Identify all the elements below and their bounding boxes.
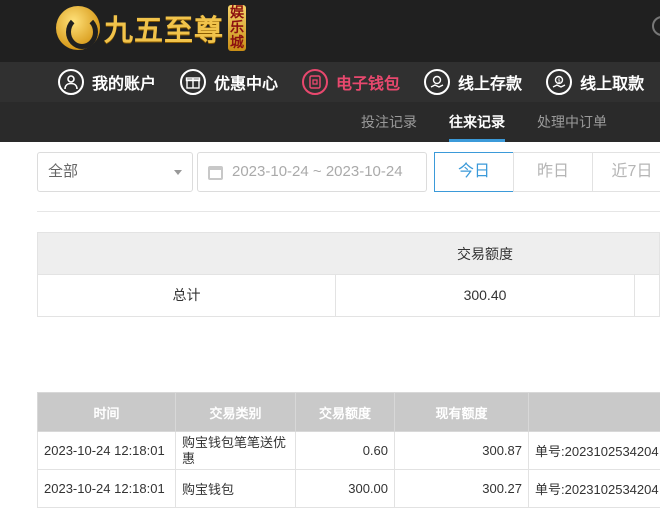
cell-time: 2023-10-24 12:18:01 xyxy=(37,469,176,508)
nav-item-label: 线上取款 xyxy=(580,76,645,93)
table-header-row: 时间 交易类别 交易额度 现有额度 摘 xyxy=(37,392,660,432)
tab-transaction-records[interactable]: 往来记录 xyxy=(449,102,505,142)
transaction-table: 时间 交易类别 交易额度 现有额度 摘 2023-10-24 12:18:01 … xyxy=(37,392,660,508)
nav-item-e-wallet[interactable]: 电子钱包 xyxy=(302,62,400,102)
gift-icon xyxy=(180,69,207,95)
tab-pending-orders[interactable]: 处理中订单 xyxy=(537,102,607,142)
cell-memo: 单号:2023102534204 xyxy=(528,431,660,470)
nav-item-my-account[interactable]: 我的账户 xyxy=(58,62,156,102)
calendar-icon xyxy=(208,166,223,180)
summary-column-header: 交易额度 xyxy=(457,246,513,262)
cell-amount: 0.60 xyxy=(295,431,395,470)
header-circle-icon[interactable] xyxy=(652,16,660,36)
deposit-icon xyxy=(424,69,451,95)
quick-last7days-button[interactable]: 近7日 xyxy=(592,152,660,192)
table-row: 2023-10-24 12:18:01 购宝钱包 300.00 300.27 单… xyxy=(37,469,660,508)
main-nav: 我的账户 优惠中心 电子钱包 线上存款 $ 线上取款 xyxy=(0,62,660,102)
column-header-memo[interactable]: 摘 xyxy=(528,392,660,432)
user-icon xyxy=(58,69,84,95)
column-header-time[interactable]: 时间 xyxy=(37,392,176,432)
summary-row-label: 总计 xyxy=(172,287,201,303)
site-logo[interactable]: 九五至尊 娱乐城 xyxy=(56,2,247,54)
tab-bet-records[interactable]: 投注记录 xyxy=(361,102,417,142)
cell-memo: 单号:2023102534204 xyxy=(528,469,660,508)
column-header-amount[interactable]: 交易额度 xyxy=(295,392,395,432)
select-value: 全部 xyxy=(48,163,79,180)
cell-time: 2023-10-24 12:18:01 xyxy=(37,431,176,470)
cell-balance: 300.87 xyxy=(394,431,529,470)
cell-amount: 300.00 xyxy=(295,469,395,508)
column-header-type[interactable]: 交易类别 xyxy=(175,392,296,432)
nav-item-label: 电子钱包 xyxy=(336,76,401,93)
divider xyxy=(37,211,660,212)
nav-item-promotions[interactable]: 优惠中心 xyxy=(180,62,278,102)
withdraw-icon: $ xyxy=(546,69,573,95)
nav-item-label: 优惠中心 xyxy=(214,76,279,93)
cell-balance: 300.27 xyxy=(394,469,529,508)
date-range-input[interactable]: 2023-10-24 ~ 2023-10-24 xyxy=(197,152,427,192)
summary-row-value: 300.40 xyxy=(463,287,507,303)
logo-badge: 娱乐城 xyxy=(228,5,247,51)
quick-yesterday-button[interactable]: 昨日 xyxy=(513,152,593,192)
column-header-balance[interactable]: 现有额度 xyxy=(394,392,529,432)
quick-today-button[interactable]: 今日 xyxy=(434,152,514,192)
chevron-down-icon xyxy=(174,170,182,175)
nav-item-online-deposit[interactable]: 线上存款 xyxy=(424,62,522,102)
site-header: 九五至尊 娱乐城 xyxy=(0,0,660,62)
cell-separator xyxy=(634,275,635,316)
summary-row: 总计 300.40 xyxy=(37,274,660,317)
svg-text:$: $ xyxy=(558,78,561,84)
cell-type: 购宝钱包笔笔送优惠 xyxy=(175,431,296,470)
sub-nav: 投注记录 往来记录 处理中订单 xyxy=(0,102,660,142)
nav-item-label: 线上存款 xyxy=(458,76,523,93)
transaction-type-select[interactable]: 全部 xyxy=(37,152,193,192)
date-range-value: 2023-10-24 ~ 2023-10-24 xyxy=(232,163,403,180)
nav-item-label: 我的账户 xyxy=(92,76,157,93)
nav-item-online-withdraw[interactable]: $ 线上取款 xyxy=(546,62,644,102)
cell-type: 购宝钱包 xyxy=(175,469,296,508)
logo-text: 九五至尊 xyxy=(104,13,225,47)
logo-emblem-icon xyxy=(56,6,100,50)
wallet-icon xyxy=(302,69,329,95)
table-row: 2023-10-24 12:18:01 购宝钱包笔笔送优惠 0.60 300.8… xyxy=(37,431,660,470)
summary-header: 交易额度 xyxy=(37,232,660,274)
